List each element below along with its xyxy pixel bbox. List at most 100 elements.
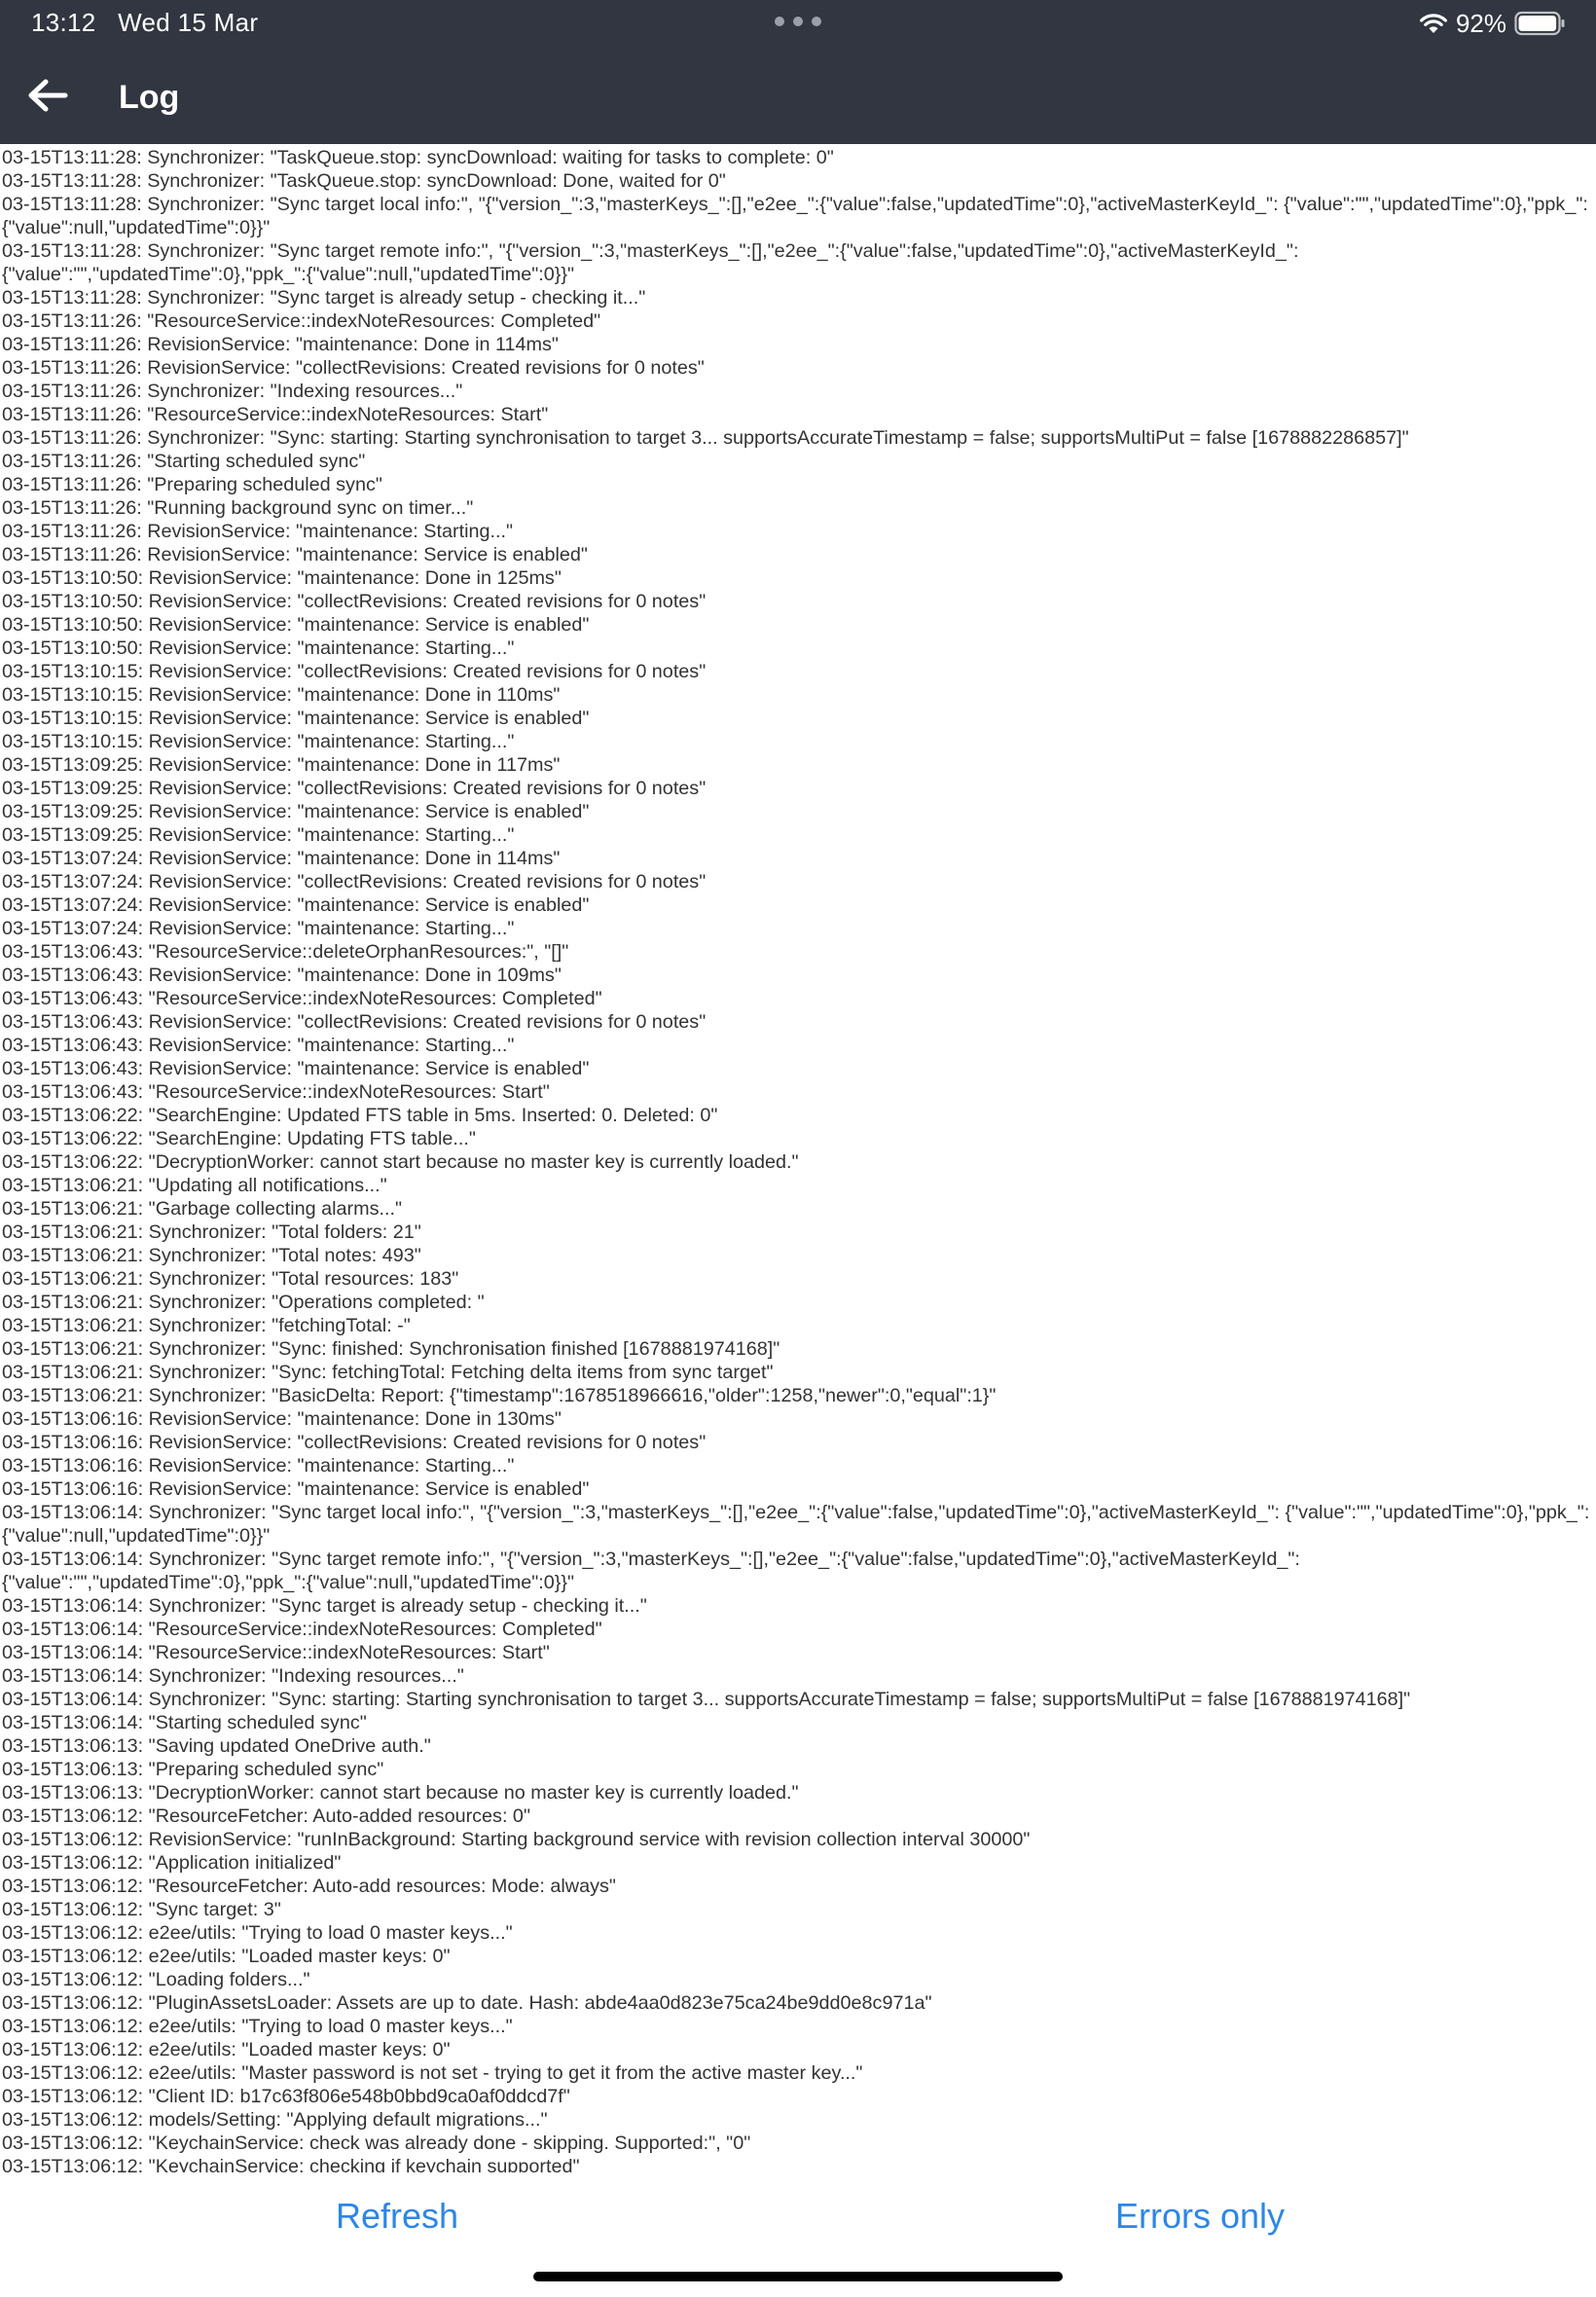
footer-toolbar: Refresh Errors only [0,2184,1596,2297]
log-line: 03-15T13:10:15: RevisionService: "mainte… [2,708,590,729]
log-line: 03-15T13:06:14: Synchronizer: "Sync targ… [2,1549,1300,1593]
log-line: 03-15T13:07:24: RevisionService: "mainte… [2,894,590,916]
log-line: 03-15T13:06:43: "ResourceService::indexN… [2,1081,550,1103]
log-line: 03-15T13:06:13: "Preparing scheduled syn… [2,1759,384,1780]
log-line: 03-15T13:11:28: Synchronizer: "Sync targ… [2,287,646,309]
log-line: 03-15T13:06:22: "SearchEngine: Updated F… [2,1105,718,1126]
status-date: Wed 15 Mar [118,8,259,37]
log-line: 03-15T13:06:21: Synchronizer: "Operation… [2,1292,485,1313]
log-line: 03-15T13:06:14: Synchronizer: "Sync: sta… [2,1689,1411,1710]
arrow-left-icon [26,78,69,118]
log-line: 03-15T13:06:13: "Saving updated OneDrive… [2,1735,431,1757]
log-line: 03-15T13:06:12: "ResourceFetcher: Auto-a… [2,1805,530,1827]
log-scroll-area[interactable]: 03-15T13:11:28: Synchronizer: "TaskQueue… [0,146,1596,2182]
log-line: 03-15T13:06:21: Synchronizer: "Sync: fin… [2,1338,780,1360]
log-line: 03-15T13:06:22: "SearchEngine: Updating … [2,1128,476,1149]
log-line: 03-15T13:06:12: e2ee/utils: "Loaded mast… [2,1946,451,1967]
log-line: 03-15T13:11:26: Synchronizer: "Indexing … [2,381,463,402]
log-line: 03-15T13:06:12: "Application initialized… [2,1852,342,1874]
log-line: 03-15T13:06:21: Synchronizer: "fetchingT… [2,1315,411,1336]
log-line: 03-15T13:11:26: "Preparing scheduled syn… [2,474,382,495]
log-line: 03-15T13:11:26: Synchronizer: "Sync: sta… [2,427,1409,449]
log-line: 03-15T13:06:12: e2ee/utils: "Master pass… [2,2062,863,2084]
log-line: 03-15T13:06:12: RevisionService: "runInB… [2,1829,1031,1850]
page-title: Log [119,79,180,116]
log-line: 03-15T13:10:50: RevisionService: "mainte… [2,638,515,659]
log-line: 03-15T13:06:21: "Updating all notificati… [2,1175,387,1196]
log-line: 03-15T13:11:28: Synchronizer: "Sync targ… [2,194,1588,238]
log-line: 03-15T13:09:25: RevisionService: "collec… [2,778,707,799]
log-line: 03-15T13:07:24: RevisionService: "mainte… [2,918,515,939]
log-line: 03-15T13:06:21: Synchronizer: "Total fol… [2,1221,421,1243]
log-line: 03-15T13:06:22: "DecryptionWorker: canno… [2,1151,799,1173]
log-line: 03-15T13:06:12: e2ee/utils: "Loaded mast… [2,2039,451,2060]
log-line: 03-15T13:06:16: RevisionService: "mainte… [2,1455,515,1477]
log-line: 03-15T13:06:12: "Client ID: b17c63f806e5… [2,2086,570,2107]
log-line: 03-15T13:11:26: RevisionService: "mainte… [2,334,559,355]
errors-only-button[interactable]: Errors only [1115,2196,1285,2237]
status-time: 13:12 [31,8,96,37]
log-line: 03-15T13:06:43: RevisionService: "mainte… [2,965,562,986]
log-line: 03-15T13:06:43: "ResourceService::delete… [2,941,569,963]
log-line: 03-15T13:09:25: RevisionService: "mainte… [2,824,515,846]
status-bar-indicators: 92% [1419,8,1567,39]
log-line: 03-15T13:11:26: "Starting scheduled sync… [2,451,366,472]
log-line: 03-15T13:10:50: RevisionService: "mainte… [2,567,562,589]
log-line: 03-15T13:06:12: "KeychainService: check … [2,2133,751,2154]
log-line: 03-15T13:06:43: RevisionService: "mainte… [2,1058,590,1079]
log-line: 03-15T13:06:12: "Sync target: 3" [2,1899,281,1920]
log-line: 03-15T13:06:14: Synchronizer: "Sync targ… [2,1595,647,1617]
log-line: 03-15T13:06:14: "ResourceService::indexN… [2,1619,602,1640]
log-bottom-clip [0,2172,1596,2182]
log-line: 03-15T13:10:15: RevisionService: "mainte… [2,684,561,706]
log-line: 03-15T13:11:28: Synchronizer: "Sync targ… [2,240,1299,285]
log-line: 03-15T13:06:14: "ResourceService::indexN… [2,1642,550,1663]
log-line: 03-15T13:11:26: RevisionService: "mainte… [2,544,588,565]
home-indicator[interactable] [533,2272,1063,2281]
log-line: 03-15T13:10:15: RevisionService: "mainte… [2,731,515,752]
log-line: 03-15T13:06:21: Synchronizer: "Total not… [2,1245,421,1266]
log-line: 03-15T13:06:14: "Starting scheduled sync… [2,1712,367,1733]
log-line: 03-15T13:06:16: RevisionService: "mainte… [2,1408,562,1430]
wifi-icon [1419,12,1448,35]
log-line: 03-15T13:06:12: e2ee/utils: "Trying to l… [2,2016,513,2037]
log-line: 03-15T13:06:43: RevisionService: "mainte… [2,1035,515,1056]
log-line: 03-15T13:11:26: "Running background sync… [2,497,474,519]
log-line: 03-15T13:06:12: e2ee/utils: "Trying to l… [2,1922,513,1944]
log-line: 03-15T13:06:16: RevisionService: "collec… [2,1432,707,1453]
top-bar: 13:12 Wed 15 Mar 92% Log [0,0,1596,144]
log-line: 03-15T13:11:26: RevisionService: "mainte… [2,521,513,542]
log-line: 03-15T13:07:24: RevisionService: "collec… [2,871,707,893]
log-line: 03-15T13:06:16: RevisionService: "mainte… [2,1478,590,1500]
log-line: 03-15T13:10:15: RevisionService: "collec… [2,661,707,682]
log-line: 03-15T13:06:12: "Loading folders..." [2,1969,310,1990]
log-line: 03-15T13:06:12: models/Setting: "Applyin… [2,2109,548,2131]
log-line: 03-15T13:11:26: "ResourceService::indexN… [2,404,549,425]
log-line: 03-15T13:06:13: "DecryptionWorker: canno… [2,1782,799,1804]
log-line: 03-15T13:09:25: RevisionService: "mainte… [2,754,561,776]
log-line: 03-15T13:10:50: RevisionService: "mainte… [2,614,590,636]
log-line: 03-15T13:06:12: "ResourceFetcher: Auto-a… [2,1876,616,1897]
battery-icon [1514,11,1567,36]
log-line: 03-15T13:09:25: RevisionService: "mainte… [2,801,590,822]
log-list: 03-15T13:11:28: Synchronizer: "TaskQueue… [0,146,1596,2182]
log-line: 03-15T13:07:24: RevisionService: "mainte… [2,848,561,869]
log-line: 03-15T13:06:43: "ResourceService::indexN… [2,988,602,1009]
log-line: 03-15T13:11:28: Synchronizer: "TaskQueue… [2,147,834,168]
log-line: 03-15T13:06:43: RevisionService: "collec… [2,1011,707,1033]
back-button[interactable] [14,70,82,125]
log-line: 03-15T13:06:21: "Garbage collecting alar… [2,1198,402,1220]
log-line: 03-15T13:06:21: Synchronizer: "Total res… [2,1268,459,1290]
status-bar-time: 13:12 Wed 15 Mar [31,8,258,37]
refresh-button[interactable]: Refresh [336,2196,458,2237]
log-line: 03-15T13:10:50: RevisionService: "collec… [2,591,707,612]
log-line: 03-15T13:06:21: Synchronizer: "Sync: fet… [2,1362,774,1383]
log-line: 03-15T13:11:26: RevisionService: "collec… [2,357,705,379]
log-line: 03-15T13:06:12: "PluginAssetsLoader: Ass… [2,1992,932,2014]
battery-percentage: 92% [1455,8,1506,38]
multitasking-dots-icon[interactable] [775,15,821,28]
log-line: 03-15T13:06:14: Synchronizer: "Indexing … [2,1665,464,1687]
log-line: 03-15T13:11:26: "ResourceService::indexN… [2,310,601,332]
log-line: 03-15T13:06:21: Synchronizer: "BasicDelt… [2,1385,997,1406]
log-screen: 13:12 Wed 15 Mar 92% Log 03-15T13:11:28:… [0,0,1596,2297]
